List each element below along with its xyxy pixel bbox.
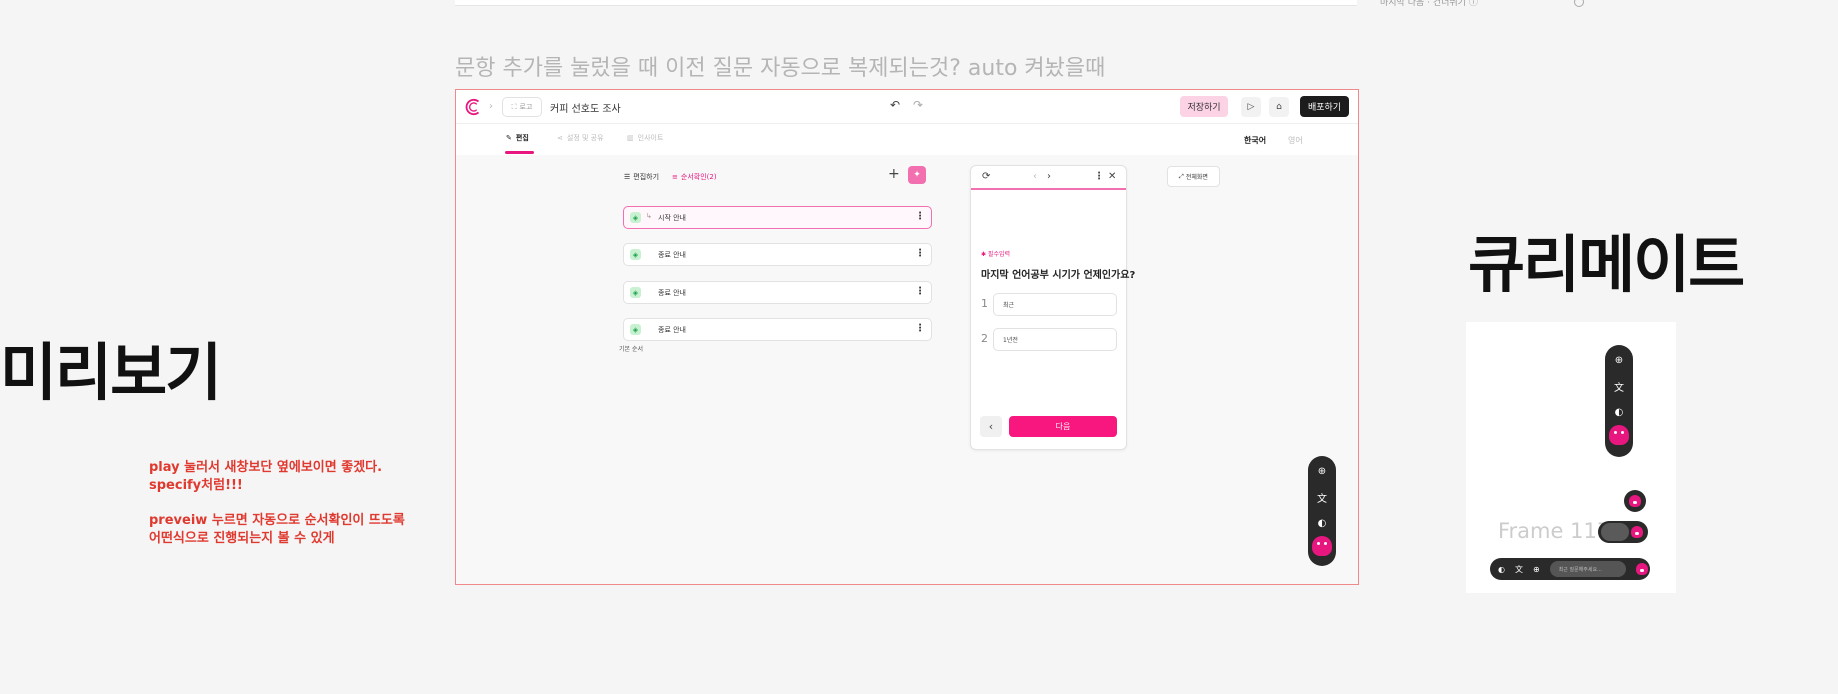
right-frame	[1466, 322, 1676, 593]
base-order-label: 기본 순서	[619, 346, 643, 353]
chart-icon: ▥	[627, 134, 634, 142]
tab-insight[interactable]: ▥ 인사이트	[627, 133, 663, 143]
note-line-2: specify처럼!!!	[149, 478, 243, 493]
mascot-icon[interactable]	[1609, 425, 1629, 445]
chat-input[interactable]: 최근 질문해주세요...	[1549, 561, 1626, 577]
mascot-icon[interactable]	[1635, 563, 1648, 575]
app-bar: › ⛶ 로고 커피 선호도 조사 ↶ ↷ 저장하기 ▷ ⌂ 배포하기	[456, 90, 1358, 124]
tab-edit[interactable]: ✎ 편집	[506, 133, 529, 143]
logo-icon[interactable]	[465, 98, 483, 116]
floating-toolbar-vertical: ⊕ 文 ◐	[1605, 345, 1633, 457]
publish-button[interactable]: 배포하기	[1300, 96, 1349, 117]
mascot-icon	[1629, 495, 1641, 507]
survey-block-icon: ◈	[630, 249, 641, 260]
more-icon[interactable]: ⋮	[915, 248, 925, 259]
layers-icon: ☰	[624, 173, 631, 181]
next-button[interactable]: 다음	[1009, 416, 1117, 437]
translate-icon[interactable]: 文	[1317, 484, 1327, 510]
radio-icon[interactable]	[1574, 0, 1584, 7]
undo-icon[interactable]: ↶	[890, 98, 900, 112]
survey-block-icon: ◈	[630, 324, 641, 335]
chevron-right-icon: ›	[489, 101, 493, 112]
survey-block-icon: ◈	[630, 287, 641, 298]
mascot-icon	[1631, 526, 1643, 538]
note-line-1: play 눌러서 새창보단 옆에보이면 좋겠다.	[149, 460, 383, 475]
lang-english[interactable]: 영어	[1288, 135, 1303, 146]
save-button[interactable]: 저장하기	[1180, 96, 1228, 117]
option-number: 2	[981, 332, 988, 345]
expand-icon: ⤢	[1179, 172, 1184, 180]
option-input[interactable]: 1년전	[993, 328, 1117, 351]
option-input[interactable]: 최근	[993, 293, 1117, 316]
list-item[interactable]: ◈ 종료 안내 ⋮	[623, 243, 932, 266]
translate-icon[interactable]: 文	[1515, 564, 1523, 575]
lang-korean[interactable]: 한국어	[1244, 135, 1266, 146]
palette-icon[interactable]: ◐	[1498, 565, 1505, 574]
floating-toolbar-horizontal: ◐ 文 ⊕ 최근 질문해주세요...	[1490, 558, 1650, 580]
image-icon: ⛶	[511, 102, 517, 111]
more-icon[interactable]: ⋮	[915, 211, 925, 222]
active-tab-indicator	[505, 151, 534, 154]
pencil-icon: ✎	[506, 134, 512, 142]
back-button[interactable]: ‹	[980, 416, 1002, 437]
edit-mode-button[interactable]: ☰ 편집하기	[624, 172, 659, 182]
more-icon[interactable]: ⋮	[1094, 171, 1104, 182]
toggle-knob	[1601, 523, 1629, 541]
required-badge: ✱ 필수입력	[981, 251, 1011, 258]
share-icon: ⋖	[557, 134, 563, 142]
preview-question: 마지막 언어공부 시기가 언제인가요?	[981, 270, 1136, 281]
list-item[interactable]: ◈ ↳ 시작 안내 ⋮	[623, 206, 932, 229]
add-question-icon[interactable]: +	[888, 166, 900, 182]
zoom-icon[interactable]: ⊕	[1533, 565, 1540, 574]
mascot-icon[interactable]	[1312, 536, 1332, 556]
section-heading: 문항 추가를 눌렀을 때 이전 질문 자동으로 복제되는것? auto 켜놨을때	[455, 56, 1106, 81]
list-icon: ≡	[672, 173, 678, 181]
tab-share[interactable]: ⋖ 설정 및 공유	[557, 133, 604, 143]
zoom-icon[interactable]: ⊕	[1615, 347, 1623, 373]
frame-label: Frame 117	[1498, 519, 1611, 543]
order-check-button[interactable]: ≡ 순서확인(2)	[672, 172, 717, 182]
curimate-title: 큐리메이트	[1468, 228, 1745, 301]
play-icon[interactable]: ▷	[1241, 97, 1261, 117]
list-item[interactable]: ◈ 종료 안내 ⋮	[623, 281, 932, 304]
tag-icon[interactable]: ⌂	[1269, 97, 1289, 117]
top-right-text: 마지막 다음 · 건너뛰기 ⓘ	[1380, 0, 1478, 8]
list-item[interactable]: ◈ 종료 안내 ⋮	[623, 318, 932, 341]
redo-icon[interactable]: ↷	[913, 98, 923, 112]
more-icon[interactable]: ⋮	[915, 323, 925, 334]
note-line-4: 어떤식으로 진행되는지 볼 수 있게	[149, 531, 335, 546]
option-number: 1	[981, 297, 988, 310]
chevron-right-icon[interactable]: ›	[1047, 171, 1051, 182]
preview-panel: ⟳ ‹ › ⋮ ✕ ✱ 필수입력 마지막 언어공부 시기가 언제인가요? 1 최…	[970, 165, 1135, 450]
ai-magic-icon[interactable]: ✦	[908, 166, 926, 184]
preview-toolbar: ⟳ ‹ › ⋮ ✕	[971, 166, 1126, 190]
more-icon[interactable]: ⋮	[915, 286, 925, 297]
zoom-icon[interactable]: ⊕	[1318, 458, 1326, 484]
close-icon[interactable]: ✕	[1108, 171, 1116, 182]
top-strip	[455, 0, 1357, 6]
tab-bar: ✎ 편집 ⋖ 설정 및 공유 ▥ 인사이트 한국어 영어	[456, 124, 1358, 155]
logo-chip[interactable]: ⛶ 로고	[502, 97, 542, 117]
refresh-icon[interactable]: ⟳	[982, 171, 990, 182]
chevron-left-icon[interactable]: ‹	[1033, 171, 1037, 182]
palette-icon[interactable]: ◐	[1318, 510, 1327, 536]
sub-indent-icon: ↳	[646, 212, 652, 220]
note-line-3: preveiw 누르면 자동으로 순서확인이 뜨도록	[149, 513, 405, 528]
preview-title: 미리보기	[0, 336, 222, 409]
mascot-button[interactable]	[1624, 490, 1646, 512]
editor-frame: › ⛶ 로고 커피 선호도 조사 ↶ ↷ 저장하기 ▷ ⌂ 배포하기 ✎ 편집 ⋖…	[455, 89, 1359, 585]
survey-title[interactable]: 커피 선호도 조사	[550, 100, 621, 115]
survey-block-icon: ◈	[630, 212, 641, 223]
palette-icon[interactable]: ◐	[1615, 399, 1624, 425]
fullscreen-button[interactable]: ⤢ 전체화면	[1167, 166, 1220, 187]
translate-icon[interactable]: 文	[1614, 373, 1624, 399]
floating-toolbar: ⊕ 文 ◐	[1308, 456, 1336, 566]
